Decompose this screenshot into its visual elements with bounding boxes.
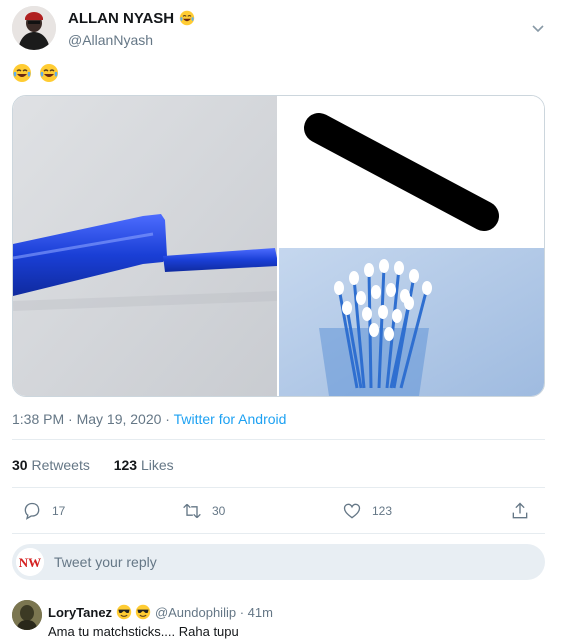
tweet-timestamp: 1:38 PM · May 19, 2020 · Twitter for And… [12, 411, 286, 427]
tweet-source[interactable]: Twitter for Android [174, 411, 287, 427]
display-name-row: ALLAN NYASH [68, 10, 195, 28]
tweet-actions: 17 30 123 [12, 500, 545, 524]
tears-of-joy-emoji [179, 10, 194, 26]
reply-count: 17 [52, 504, 66, 518]
reply-button[interactable]: 17 [22, 500, 65, 522]
like-button[interactable]: 123 [342, 500, 392, 522]
tears-of-joy-emoji [40, 64, 59, 82]
tweet-stats: 30 Retweets 123 Likes [12, 457, 194, 473]
likes-stat[interactable]: 123 Likes [114, 457, 174, 473]
retweet-count: 30 [212, 504, 226, 518]
cotton-swabs-photo[interactable] [279, 248, 544, 396]
author-handle[interactable]: @AllanNyash [68, 32, 195, 48]
black-stroke-photo[interactable] [279, 96, 544, 246]
retweets-count: 30 [12, 457, 28, 473]
divider [12, 533, 545, 534]
retweet-icon [183, 503, 201, 519]
heart-icon [343, 503, 361, 519]
retweets-stat[interactable]: 30 Retweets [12, 457, 90, 473]
share-icon [512, 502, 528, 519]
reply-input[interactable]: Tweet your reply [54, 554, 157, 570]
tweet-text [12, 63, 62, 87]
retweets-label: Retweets [31, 457, 90, 473]
avatar-text: NW [19, 555, 41, 570]
tweet-time[interactable]: 1:38 PM · May 19, 2020 · [12, 411, 174, 427]
reply-icon [24, 502, 40, 520]
chevron-down-icon[interactable] [528, 18, 548, 38]
reply-text: Ama tu matchsticks.... Raha tupu [48, 624, 239, 639]
divider [12, 487, 545, 488]
reply-author-avatar[interactable] [12, 600, 42, 630]
current-user-avatar: NW [16, 548, 44, 576]
sunglasses-emoji [136, 604, 151, 620]
tweet-media-grid [12, 95, 545, 397]
divider [12, 439, 545, 440]
retweet-button[interactable]: 30 [182, 500, 225, 522]
like-count: 123 [372, 504, 393, 518]
sunglasses-emoji [116, 604, 131, 620]
reply-author-row: LoryTanez @Aundophilip · 41m [48, 604, 273, 620]
reply-composer[interactable]: NW Tweet your reply [12, 544, 545, 580]
share-button[interactable] [510, 500, 540, 522]
likes-count: 123 [113, 457, 138, 473]
blue-pen-cap-photo[interactable] [13, 96, 277, 396]
tears-of-joy-emoji [13, 64, 31, 82]
likes-label: Likes [140, 457, 174, 473]
tweet-header: ALLAN NYASH @AllanNyash [12, 6, 552, 54]
display-name[interactable]: ALLAN NYASH [68, 10, 174, 27]
reply-author-name[interactable]: LoryTanez [48, 605, 112, 620]
author-info: ALLAN NYASH @AllanNyash [68, 10, 195, 48]
reply-meta[interactable]: @Aundophilip · 41m [155, 605, 273, 620]
reply-tweet[interactable]: LoryTanez @Aundophilip · 41m Ama tu matc… [12, 600, 552, 640]
author-avatar[interactable] [12, 6, 56, 50]
